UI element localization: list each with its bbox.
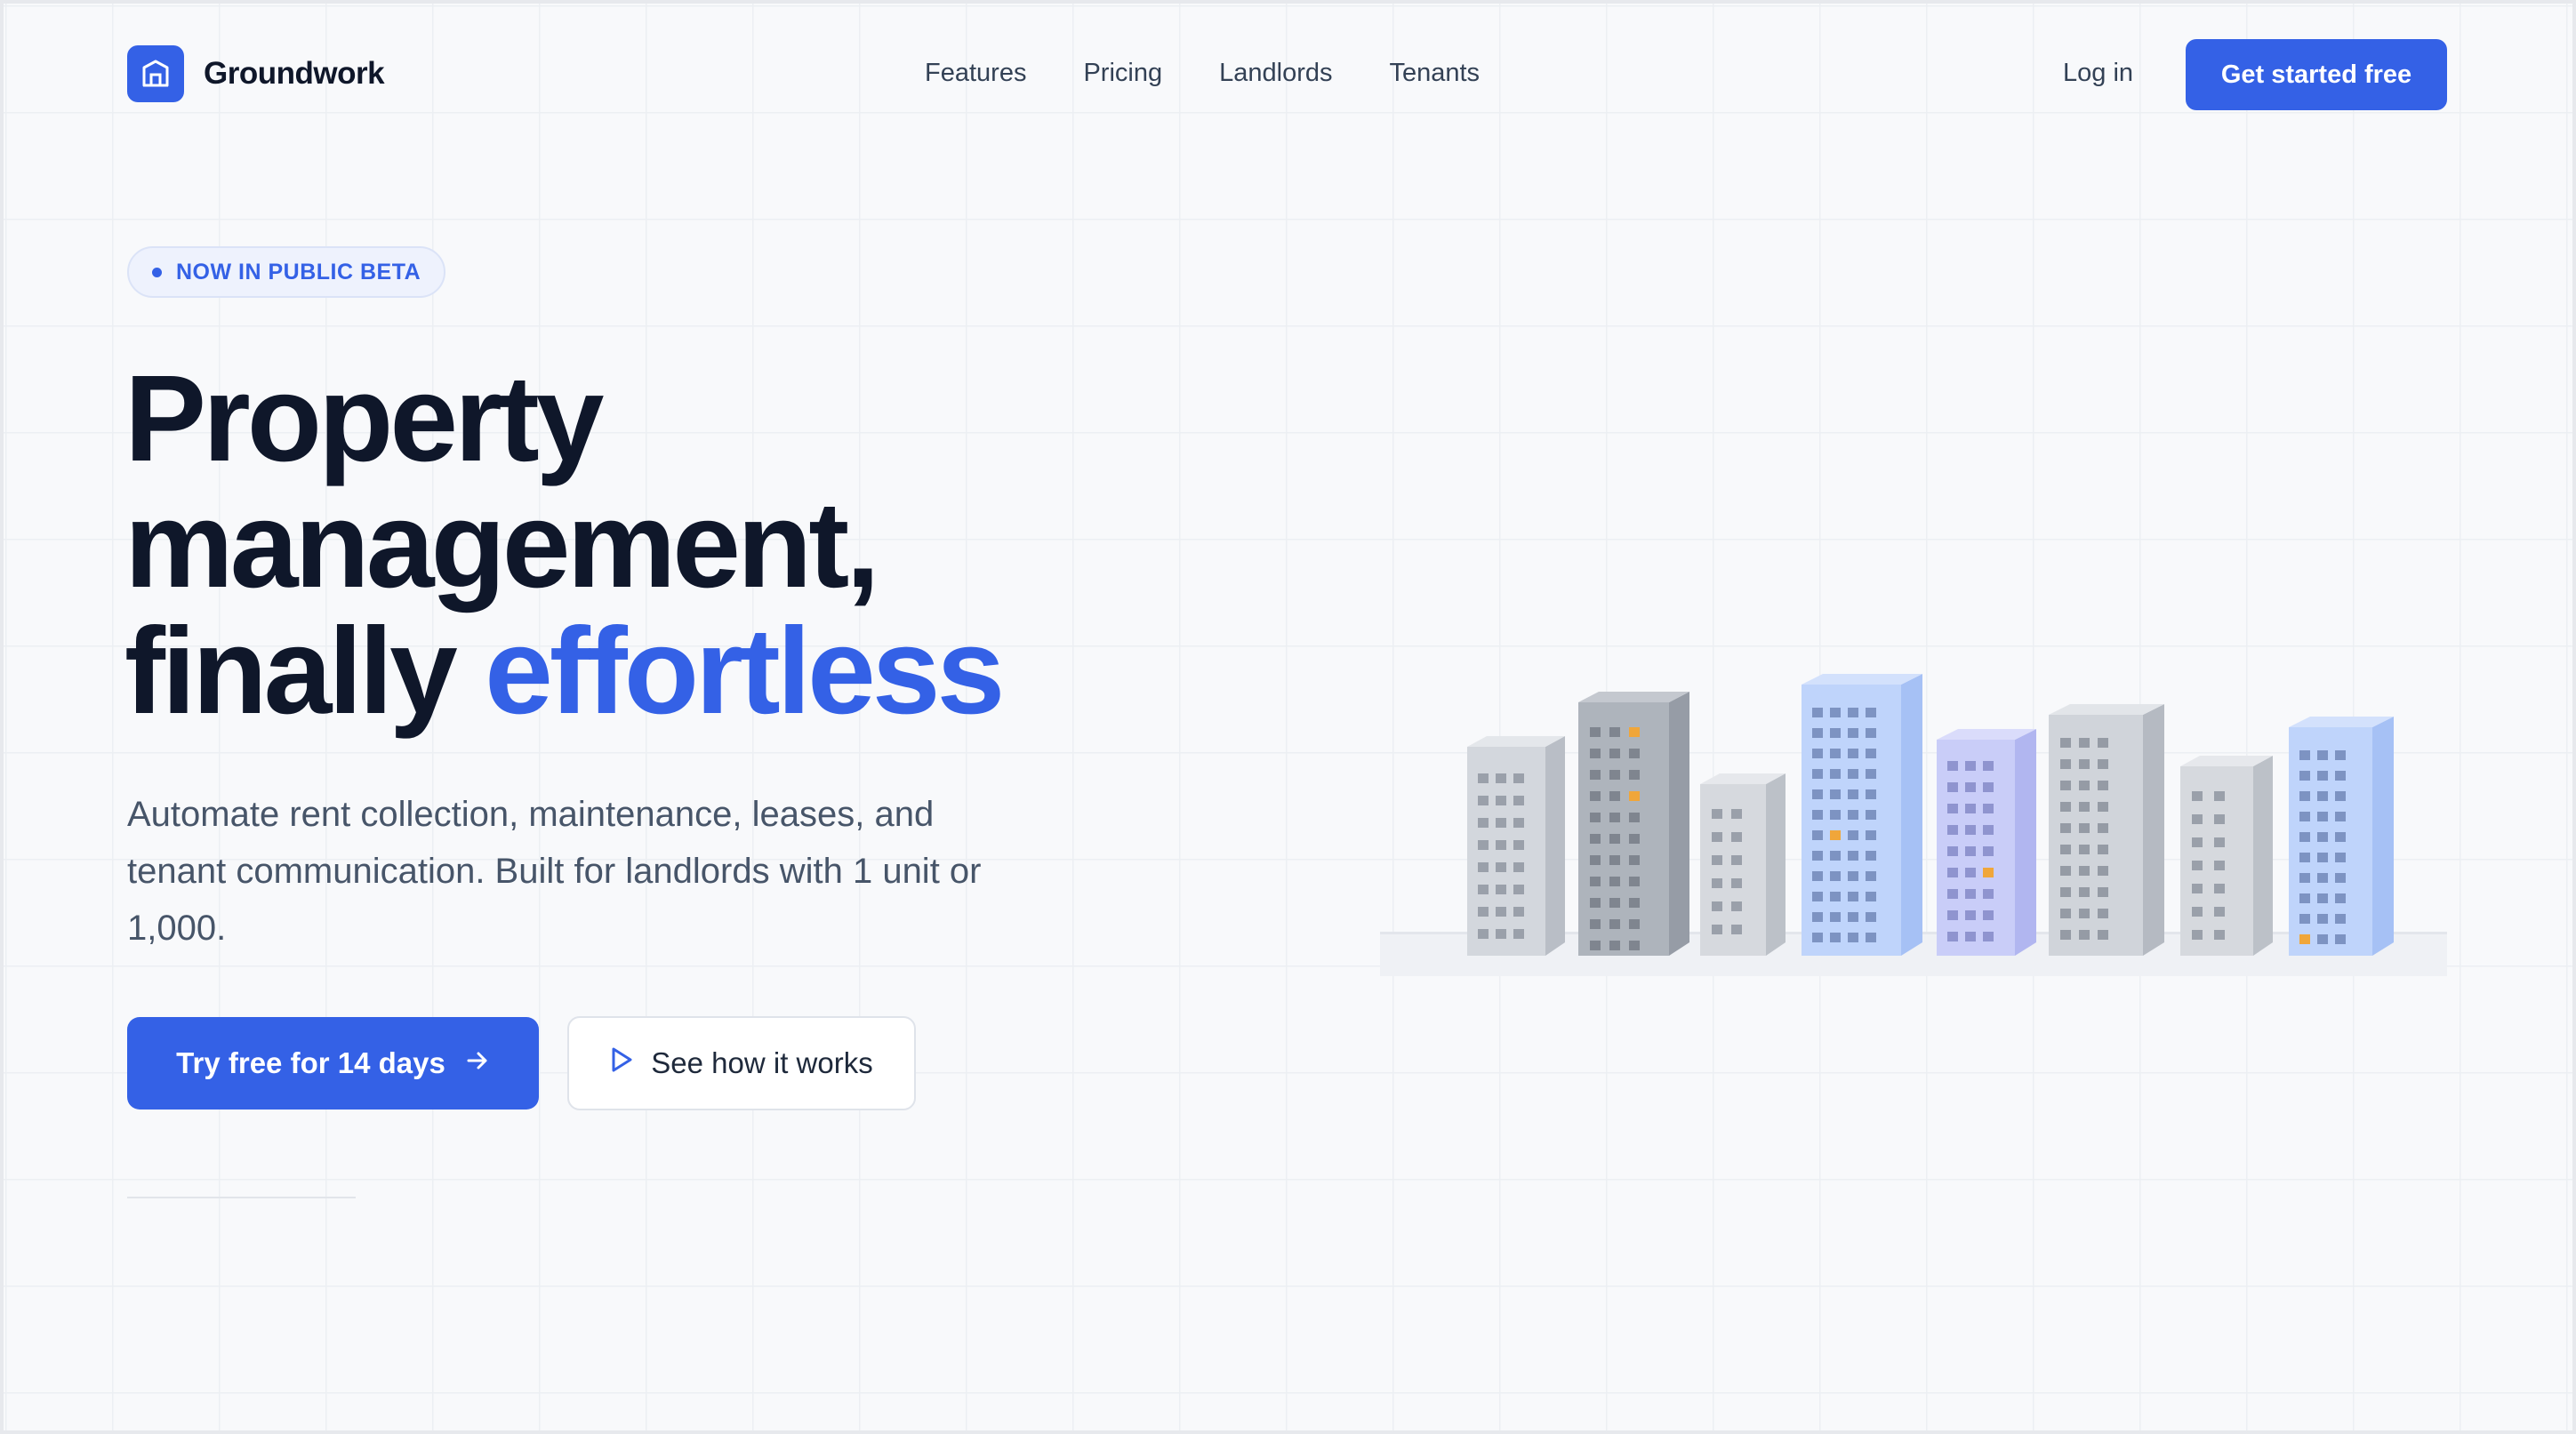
play-icon bbox=[610, 1046, 633, 1080]
building-icon bbox=[127, 45, 184, 102]
buildings-svg bbox=[1380, 674, 2447, 976]
building-5 bbox=[1937, 729, 2036, 956]
brand-logo[interactable]: Groundwork bbox=[127, 45, 385, 102]
headline-line-1: Property bbox=[124, 350, 604, 487]
get-started-button[interactable]: Get started free bbox=[2186, 39, 2447, 110]
nav-link-features[interactable]: Features bbox=[925, 59, 1026, 88]
see-how-label: See how it works bbox=[651, 1046, 873, 1079]
building-7 bbox=[2180, 756, 2273, 956]
nav-link-tenants[interactable]: Tenants bbox=[1389, 59, 1480, 88]
try-free-label: Try free for 14 days bbox=[176, 1046, 445, 1079]
building-2 bbox=[1578, 692, 1689, 956]
headline-line-2: management, bbox=[124, 477, 880, 613]
badge-dot-icon bbox=[152, 267, 162, 277]
see-how-it-works-button[interactable]: See how it works bbox=[567, 1016, 916, 1110]
building-3 bbox=[1700, 773, 1786, 956]
try-free-button[interactable]: Try free for 14 days bbox=[127, 1017, 539, 1110]
building-4 bbox=[1802, 674, 1922, 956]
city-illustration bbox=[1378, 658, 2454, 991]
nav-link-pricing[interactable]: Pricing bbox=[1083, 59, 1162, 88]
building-1 bbox=[1467, 736, 1565, 956]
arrow-right-icon bbox=[465, 1046, 490, 1080]
brand-name: Groundwork bbox=[204, 56, 385, 91]
hero-headline: Property management, finally effortless bbox=[124, 356, 1005, 734]
headline-accent: effortless bbox=[485, 603, 1005, 740]
building-6 bbox=[2049, 704, 2164, 956]
hero-subtitle: Automate rent collection, maintenance, l… bbox=[127, 795, 982, 948]
main-nav: Features Pricing Landlords Tenants bbox=[925, 59, 1480, 88]
beta-badge: NOW IN PUBLIC BETA bbox=[127, 246, 446, 298]
building-8 bbox=[2289, 717, 2394, 956]
hero-divider bbox=[127, 1197, 356, 1198]
nav-link-landlords[interactable]: Landlords bbox=[1219, 59, 1332, 88]
headline-line-3: finally bbox=[124, 603, 486, 740]
login-link[interactable]: Log in bbox=[2063, 59, 2133, 88]
badge-label: NOW IN PUBLIC BETA bbox=[176, 259, 421, 284]
